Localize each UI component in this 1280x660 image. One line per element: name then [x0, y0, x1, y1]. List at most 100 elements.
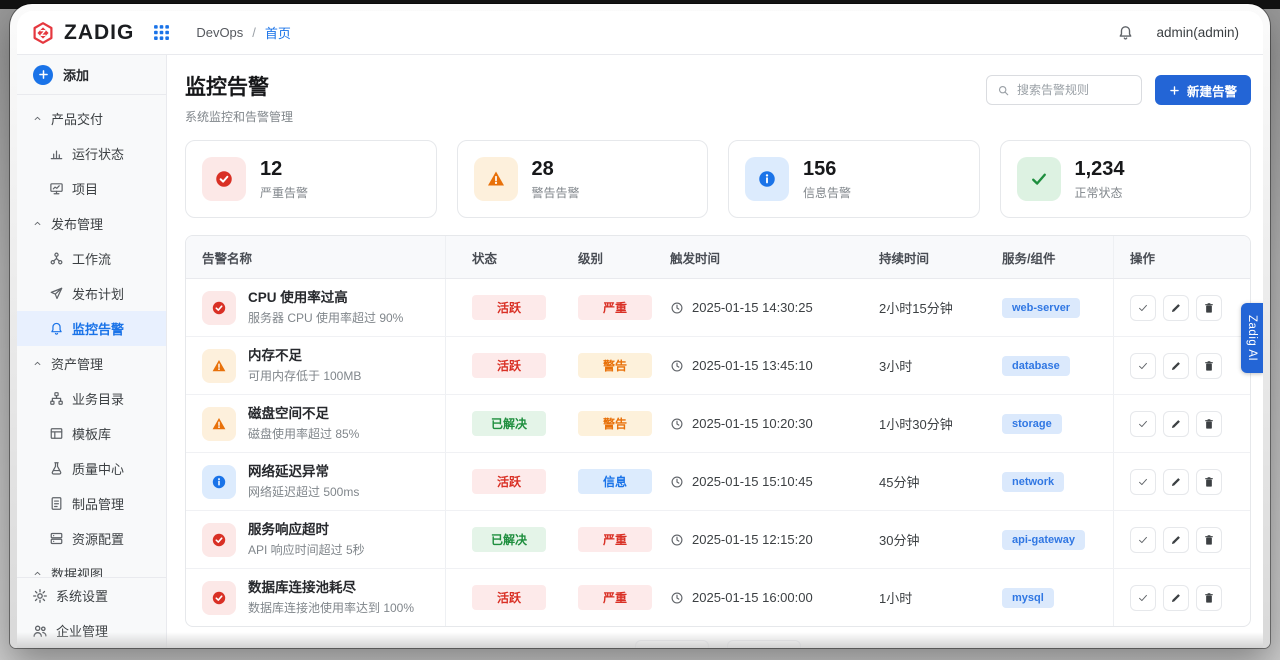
- service-tag[interactable]: network: [1002, 471, 1065, 492]
- main-content: 监控告警 系统监控和告警管理 搜索告警规则 新建告警 12 严重告警 28 警告…: [167, 55, 1263, 648]
- edit-button[interactable]: [1163, 410, 1189, 437]
- service-tag[interactable]: database: [1002, 355, 1070, 376]
- service-tag[interactable]: mysql: [1002, 587, 1054, 608]
- service-tag[interactable]: api-gateway: [1002, 529, 1085, 550]
- column-header-触发时间: 触发时间: [670, 251, 721, 266]
- sidebar-item-运行状态[interactable]: 运行状态: [17, 136, 166, 171]
- pencil-icon: [1170, 418, 1182, 430]
- resolve-button[interactable]: [1130, 584, 1156, 611]
- window-frame: ZADIG DevOps / 首页 admin(admin) 添加 产品交付 运…: [10, 4, 1270, 648]
- search-box[interactable]: [985, 75, 1142, 105]
- top-bar: ZADIG DevOps / 首页 admin(admin): [17, 11, 1263, 55]
- desktop-background: ZADIG DevOps / 首页 admin(admin) 添加 产品交付 运…: [0, 0, 1280, 660]
- resolve-button[interactable]: [1130, 526, 1156, 553]
- sidebar-item-业务目录[interactable]: 业务目录: [17, 381, 166, 416]
- sidebar-item-监控告警[interactable]: 监控告警: [17, 311, 166, 346]
- sidebar-item-label: 制品管理: [72, 497, 125, 512]
- resolve-button[interactable]: [1130, 352, 1156, 379]
- delete-button[interactable]: [1196, 584, 1222, 611]
- app-window: ZADIG DevOps / 首页 admin(admin) 添加 产品交付 运…: [17, 11, 1263, 648]
- resolve-button[interactable]: [1130, 468, 1156, 495]
- sidebar-item-项目[interactable]: 项目: [17, 171, 166, 206]
- service-cell: database: [976, 337, 1114, 394]
- clock-icon: [670, 533, 684, 547]
- resolve-button[interactable]: [1130, 410, 1156, 437]
- edit-button[interactable]: [1163, 294, 1189, 321]
- apps-grid-icon[interactable]: [153, 24, 170, 41]
- actions-cell: [1114, 395, 1250, 452]
- stat-value: 156: [803, 157, 837, 180]
- delete-button[interactable]: [1196, 468, 1222, 495]
- sidebar: 添加 产品交付 运行状态 项目 发布管理 工作流 发布计划 监控告警 资产管理业务目录模板库质…: [17, 55, 167, 648]
- user-name[interactable]: admin(admin): [1156, 25, 1239, 40]
- delete-button[interactable]: [1196, 410, 1222, 437]
- check-icon: [1137, 418, 1149, 430]
- level-cell: 严重: [550, 569, 654, 626]
- critical-alert-icon: [211, 590, 227, 606]
- stat-card-info: 156 信息告警: [728, 140, 980, 218]
- resolve-button[interactable]: [1130, 294, 1156, 321]
- warning-alert-icon: [211, 358, 227, 374]
- sidebar-item-模板库[interactable]: 模板库: [17, 416, 166, 451]
- sidebar-group-产品交付[interactable]: 产品交付: [17, 101, 166, 136]
- breadcrumb: DevOps / 首页: [196, 23, 291, 42]
- delete-button[interactable]: [1196, 352, 1222, 379]
- sidebar-item-资源配置[interactable]: 资源配置: [17, 521, 166, 556]
- breadcrumb-current[interactable]: 首页: [265, 23, 291, 42]
- add-button[interactable]: 添加: [17, 55, 166, 95]
- delete-button[interactable]: [1196, 526, 1222, 553]
- sidebar-item-质量中心[interactable]: 质量中心: [17, 451, 166, 486]
- clock-icon: [670, 591, 684, 605]
- stat-label: 信息告警: [803, 185, 852, 200]
- chevron-up-icon: [32, 568, 43, 577]
- presentation-icon: [49, 181, 64, 196]
- stat-text: 12 严重告警: [260, 158, 308, 201]
- duration: 45分钟: [879, 475, 920, 490]
- duration-cell: 3小时: [853, 337, 976, 394]
- search-input[interactable]: [1016, 83, 1131, 97]
- level-cell: 警告: [550, 395, 654, 452]
- alert-name-cell: 服务响应超时 API 响应时间超过 5秒: [186, 511, 446, 568]
- breadcrumb-app[interactable]: DevOps: [196, 25, 243, 40]
- status-badge: 已解决: [472, 527, 546, 552]
- create-alert-label: 新建告警: [1186, 84, 1237, 99]
- edit-button[interactable]: [1163, 468, 1189, 495]
- duration: 1小时: [879, 591, 913, 606]
- alert-name-text: 网络延迟异常 网络延迟超过 500ms: [248, 463, 359, 501]
- column-header-操作: 操作: [1130, 251, 1156, 266]
- pagination-next-button[interactable]: [727, 640, 801, 648]
- edit-button[interactable]: [1163, 526, 1189, 553]
- sidebar-item-企业管理[interactable]: 企业管理: [17, 613, 166, 648]
- stat-icon-wrap: [1016, 157, 1061, 201]
- alert-description: 磁盘使用率超过 85%: [248, 427, 360, 442]
- sidebar-item-发布计划[interactable]: 发布计划: [17, 276, 166, 311]
- page-subtitle: 系统监控和告警管理: [185, 110, 294, 124]
- sidebar-item-制品管理[interactable]: 制品管理: [17, 486, 166, 521]
- sidebar-group-发布管理[interactable]: 发布管理: [17, 206, 166, 241]
- sidebar-group-数据视图[interactable]: 数据视图: [17, 556, 166, 577]
- sidebar-group-label: 数据视图: [51, 567, 104, 577]
- table-row: 磁盘空间不足 磁盘使用率超过 85% 已解决 警告 2025-01-15 10:20:3…: [186, 395, 1250, 453]
- edit-button[interactable]: [1163, 352, 1189, 379]
- sidebar-group-资产管理[interactable]: 资产管理: [17, 346, 166, 381]
- sidebar-item-label: 业务目录: [72, 392, 125, 407]
- search-icon: [997, 84, 1010, 97]
- sidebar-item-系统设置[interactable]: 系统设置: [17, 578, 166, 613]
- delete-button[interactable]: [1196, 294, 1222, 321]
- sidebar-footer: 系统设置 企业管理: [17, 577, 166, 648]
- sidebar-item-工作流[interactable]: 工作流: [17, 241, 166, 276]
- alert-name-cell: 内存不足 可用内存低于 100MB: [186, 337, 446, 394]
- table-row: CPU 使用率过高 服务器 CPU 使用率超过 90% 活跃 严重 2025-01-15…: [186, 279, 1250, 337]
- clock-icon: [670, 301, 684, 315]
- create-alert-button[interactable]: 新建告警: [1154, 75, 1251, 105]
- notifications-bell-icon[interactable]: [1117, 24, 1134, 41]
- edit-button[interactable]: [1163, 584, 1189, 611]
- service-cell: storage: [976, 395, 1114, 452]
- service-tag[interactable]: web-server: [1002, 297, 1081, 318]
- status-badge: 活跃: [472, 469, 546, 494]
- people-icon: [32, 623, 48, 639]
- pagination-prev-button[interactable]: [635, 640, 709, 648]
- zadig-ai-tab[interactable]: Zadig AI: [1241, 303, 1263, 374]
- service-tag[interactable]: storage: [1002, 413, 1062, 434]
- status-badge: 已解决: [472, 411, 546, 436]
